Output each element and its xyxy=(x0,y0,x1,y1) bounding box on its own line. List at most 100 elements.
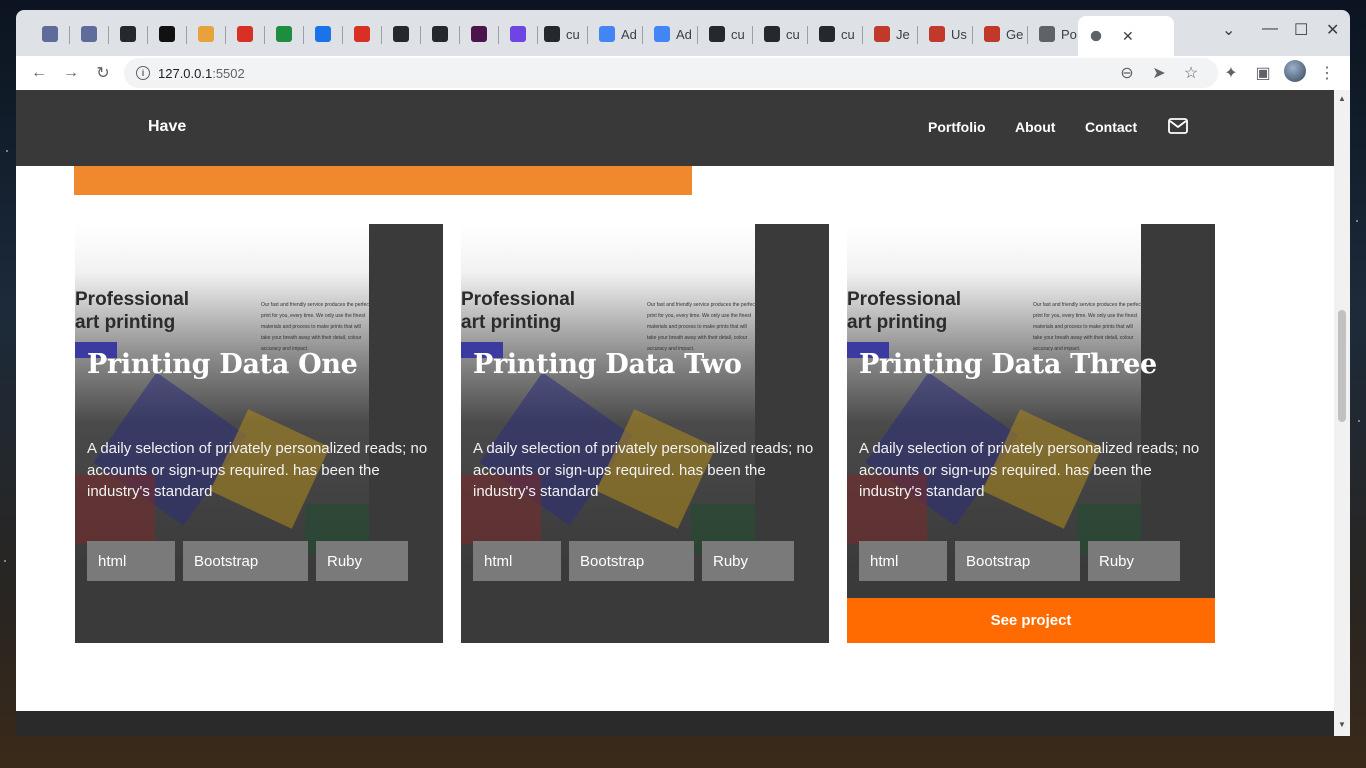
tech-tag: Bootstrap xyxy=(183,541,308,581)
browser-tab[interactable] xyxy=(188,18,224,50)
tab-label: cu xyxy=(786,26,800,42)
scroll-down-icon[interactable]: ▼ xyxy=(1338,720,1346,729)
browser-tab[interactable] xyxy=(110,18,146,50)
page-viewport: Have Portfolio About Contact Professiona… xyxy=(16,90,1334,736)
side-panel-icon[interactable]: ▣ xyxy=(1252,62,1274,84)
send-icon[interactable]: ➤ xyxy=(1148,62,1170,84)
project-screenshot: Professional art printing Our fast and fri… xyxy=(75,224,369,569)
tech-tag: Ruby xyxy=(702,541,794,581)
card-description: A daily selection of privately personali… xyxy=(473,440,814,500)
mail-icon[interactable] xyxy=(1168,118,1188,134)
tab-label: Ad xyxy=(621,26,637,42)
tab-separator xyxy=(862,26,863,44)
slack-icon xyxy=(471,26,487,42)
zoom-icon[interactable]: ⊖ xyxy=(1116,62,1138,84)
menu-kebab-icon[interactable]: ⋮ xyxy=(1316,62,1338,84)
github-icon xyxy=(819,26,835,42)
wallpaper-star xyxy=(1356,220,1358,222)
nav-portfolio[interactable]: Portfolio xyxy=(928,119,986,135)
browser-tab[interactable]: Us xyxy=(919,18,971,50)
browser-tab[interactable] xyxy=(149,18,185,50)
browser-tab[interactable]: cu xyxy=(754,18,806,50)
browser-tab[interactable] xyxy=(383,18,419,50)
github-icon xyxy=(120,26,136,42)
screenshot-heading: Professional art printing xyxy=(461,288,575,334)
back-icon[interactable]: ← xyxy=(28,62,50,84)
card-title: Printing Data Three xyxy=(859,349,1157,380)
browser-tab[interactable] xyxy=(32,18,68,50)
site-footer xyxy=(16,711,1334,736)
screenshot-heading: Professional art printing xyxy=(847,288,961,334)
browser-tab[interactable]: cu xyxy=(534,18,586,50)
pinwheel-icon xyxy=(198,26,214,42)
tab-search-icon[interactable]: ⌄ xyxy=(1222,20,1235,40)
scroll-thumb[interactable] xyxy=(1338,310,1346,422)
tab-separator xyxy=(186,26,187,44)
browser-tab[interactable] xyxy=(227,18,263,50)
nav-contact[interactable]: Contact xyxy=(1085,119,1137,135)
tab-active[interactable]: ✕ xyxy=(1078,16,1174,56)
project-screenshot: Professional art printing Our fast and fri… xyxy=(847,224,1141,569)
reload-icon[interactable]: ↻ xyxy=(92,62,114,84)
site-brand[interactable]: Have xyxy=(148,118,186,136)
screenshot-paragraph: Our fast and friendly service produces t… xyxy=(261,302,369,352)
tab-label: Ge xyxy=(1006,26,1024,42)
browser-tab[interactable] xyxy=(422,18,458,50)
profile-avatar[interactable] xyxy=(1284,60,1306,82)
url-host: 127.0.0.1 xyxy=(158,65,213,81)
wallpaper-star xyxy=(4,560,6,562)
browser-tab[interactable]: Ge xyxy=(974,18,1026,50)
screenshot-heading-line: Professional xyxy=(75,289,190,310)
browser-tab[interactable] xyxy=(461,18,497,50)
close-window-icon[interactable]: ✕ xyxy=(1326,20,1339,40)
close-tab-icon[interactable]: ✕ xyxy=(1122,28,1134,45)
tab-label: Ad xyxy=(676,26,692,42)
tab-separator xyxy=(69,26,70,44)
see-project-button[interactable]: See project xyxy=(847,598,1215,643)
tab-separator xyxy=(807,26,808,44)
browser-tab[interactable]: Ad xyxy=(589,18,641,50)
project-card: Professional art printing Our fast and fri… xyxy=(847,224,1215,643)
tab-separator xyxy=(420,26,421,44)
page-scrollbar[interactable]: ▲ ▼ xyxy=(1334,90,1350,736)
globe-icon xyxy=(1039,26,1055,42)
tech-tag: Ruby xyxy=(1088,541,1180,581)
minimize-icon[interactable]: — xyxy=(1262,20,1278,38)
nav-about[interactable]: About xyxy=(1015,119,1055,135)
card-title: Printing Data One xyxy=(87,349,358,380)
browser-tab[interactable] xyxy=(266,18,302,50)
bookmark-star-icon[interactable]: ☆ xyxy=(1180,62,1202,84)
browser-tab[interactable]: Je xyxy=(864,18,916,50)
browser-tab[interactable] xyxy=(500,18,536,50)
browser-tab[interactable] xyxy=(305,18,341,50)
tab-strip: cuAdAdcucucuJeUsGePo ✕ + ⌄ — ☐ ✕ xyxy=(16,10,1350,56)
browser-tab[interactable]: cu xyxy=(699,18,751,50)
tab-separator xyxy=(752,26,753,44)
github-icon xyxy=(432,26,448,42)
scroll-up-icon[interactable]: ▲ xyxy=(1338,94,1346,103)
featured-banner xyxy=(74,166,692,195)
docs-icon xyxy=(599,26,615,42)
tab-separator xyxy=(225,26,226,44)
browser-tab[interactable] xyxy=(344,18,380,50)
extensions-icon[interactable]: ✦ xyxy=(1220,62,1242,84)
site-header: Have Portfolio About Contact xyxy=(16,90,1334,166)
browser-tab[interactable] xyxy=(71,18,107,50)
wallpaper-star xyxy=(6,150,8,152)
tech-tag: Ruby xyxy=(316,541,408,581)
site-info-icon[interactable]: i xyxy=(136,66,150,80)
address-bar[interactable]: i 127.0.0.1:5502 xyxy=(124,58,1218,88)
project-card: Professional art printing Our fast and fri… xyxy=(461,224,829,643)
tab-label: cu xyxy=(841,26,855,42)
tab-label: cu xyxy=(566,26,580,42)
wallet-icon xyxy=(81,26,97,42)
forward-icon[interactable]: → xyxy=(60,62,82,84)
docs-icon xyxy=(654,26,670,42)
calendar-icon xyxy=(315,26,331,42)
browser-tab[interactable]: Po xyxy=(1029,18,1081,50)
screenshot-heading-line: art printing xyxy=(847,312,948,333)
browser-tab[interactable]: cu xyxy=(809,18,861,50)
maximize-icon[interactable]: ☐ xyxy=(1294,20,1308,40)
browser-tab[interactable]: Ad xyxy=(644,18,696,50)
card-description: A daily selection of privately personali… xyxy=(87,440,428,500)
